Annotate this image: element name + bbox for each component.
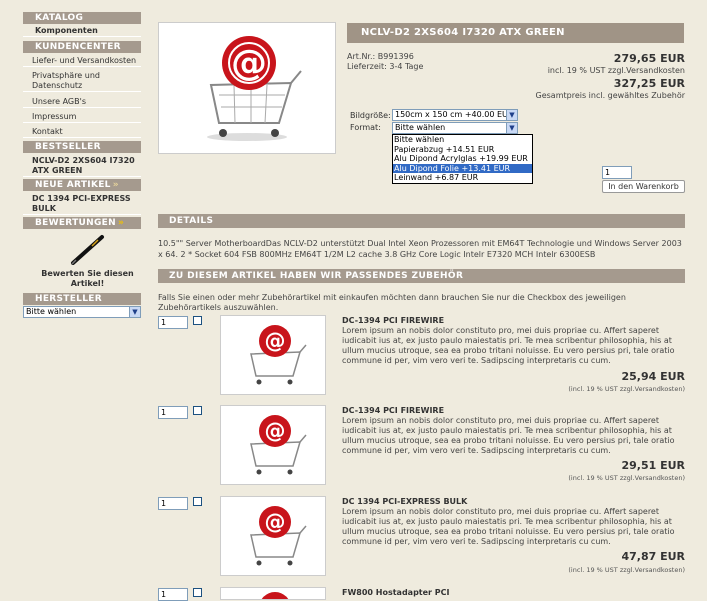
sidebar-item-datenschutz[interactable]: Privatsphäre und Datenschutz	[23, 71, 141, 92]
quantity-input[interactable]: 1	[602, 166, 632, 179]
accessory-quantity-input[interactable]: 1	[158, 406, 188, 419]
delivery-time: Lieferzeit: 3-4 Tage	[347, 62, 424, 71]
sidebar-header-bestseller: BESTSELLER	[23, 141, 141, 153]
zubehoer-intro: Falls Sie einen oder mehr Zubehörartikel…	[158, 293, 626, 312]
chevron-down-icon: ▼	[506, 110, 517, 120]
total-note: Gesamtpreis incl. gewähltes Zubehör	[535, 91, 685, 100]
format-select[interactable]: Bitte wählen ▼	[392, 122, 518, 134]
sidebar-header-hersteller: HERSTELLER	[23, 293, 141, 305]
bildgroesse-label: Bildgröße:	[350, 111, 391, 120]
accessory-title[interactable]: DC-1394 PCI FIREWIRE	[342, 316, 444, 325]
svg-text:@: @	[265, 329, 286, 353]
sidebar-item-bestseller[interactable]: NCLV-D2 2XS604 I7320 ATX GREEN	[23, 156, 141, 177]
accessory-price: 25,94 EUR	[621, 370, 685, 383]
bildgroesse-select[interactable]: 150cm x 150 cm +40.00 EUR ▼	[392, 109, 518, 121]
sidebar-item-neue-artikel[interactable]: DC 1394 PCI-EXPRESS BULK	[23, 194, 141, 215]
accessory-price: 47,87 EUR	[621, 550, 685, 563]
article-number: Art.Nr.: B991396	[347, 52, 414, 61]
accessory-description: Lorem ipsum an nobis dolor constituto pr…	[342, 326, 675, 365]
format-dropdown-list[interactable]: Bitte wählen Papierabzug +14.51 EUR Alu …	[392, 134, 533, 184]
pen-icon	[71, 235, 104, 265]
accessory-checkbox[interactable]	[193, 316, 202, 325]
accessory-tax-note: (incl. 19 % UST zzgl.Versandkosten)	[568, 566, 685, 574]
shopping-cart-image: @	[250, 415, 307, 475]
product-title: NCLV-D2 2XS604 I7320 ATX GREEN	[347, 23, 684, 43]
details-header: DETAILS	[158, 214, 685, 228]
accessory-image[interactable]: @	[220, 405, 326, 485]
accessory-quantity-input[interactable]: 1	[158, 588, 188, 601]
price-note: incl. 19 % UST zzgl.Versandkosten	[547, 66, 685, 75]
accessory-image[interactable]	[220, 587, 326, 600]
hersteller-select[interactable]: Bitte wählen ▼	[23, 306, 141, 318]
format-option[interactable]: Alu Dipond Acrylglas +19.99 EUR	[393, 154, 532, 164]
accessory-description: Lorem ipsum an nobis dolor constituto pr…	[342, 416, 675, 455]
format-option[interactable]: Leinwand +6.87 EUR	[393, 173, 532, 183]
accessory-checkbox[interactable]	[193, 588, 202, 597]
accessory-title[interactable]: FW800 Hostadapter PCI	[342, 588, 450, 597]
accessory-description: Lorem ipsum an nobis dolor constituto pr…	[342, 507, 675, 546]
shopping-cart-image: @	[250, 506, 307, 566]
accessory-image[interactable]: @	[220, 496, 326, 576]
format-option-selected[interactable]: Alu Dipond Folie +13.41 EUR	[393, 163, 532, 173]
shopping-cart-image: @	[250, 325, 307, 385]
sidebar-item-kontakt[interactable]: Kontakt	[23, 127, 141, 138]
format-option[interactable]: Bitte wählen	[393, 135, 532, 145]
sidebar-item-versandkosten[interactable]: Liefer- und Versandkosten	[23, 56, 141, 67]
sidebar-header-kundencenter: KUNDENCENTER	[23, 41, 141, 53]
chevron-right-icon: »	[117, 218, 125, 228]
format-option[interactable]: Papierabzug +14.51 EUR	[393, 145, 532, 155]
zubehoer-header: ZU DIESEM ARTIKEL HABEN WIR PASSENDES ZU…	[158, 269, 685, 283]
shopping-cart-image: @	[207, 36, 302, 141]
format-label: Format:	[350, 123, 381, 132]
accessory-tax-note: (incl. 19 % UST zzgl.Versandkosten)	[568, 385, 685, 393]
accessory-title[interactable]: DC 1394 PCI-EXPRESS BULK	[342, 497, 467, 506]
accessory-quantity-input[interactable]: 1	[158, 316, 188, 329]
product-image[interactable]: @	[158, 22, 336, 154]
add-to-cart-button[interactable]: In den Warenkorb	[602, 180, 685, 193]
svg-text:@: @	[231, 43, 267, 84]
accessory-checkbox[interactable]	[193, 406, 202, 415]
details-text: 10.5"" Server MotherboardDas NCLV-D2 unt…	[158, 239, 682, 259]
svg-text:@: @	[265, 419, 286, 443]
sidebar-item-komponenten[interactable]: Komponenten	[23, 26, 141, 37]
sidebar-header-neue-artikel: NEUE ARTIKEL»	[23, 179, 141, 191]
accessory-quantity-input[interactable]: 1	[158, 497, 188, 510]
product-price: 279,65 EUR	[613, 52, 685, 65]
accessory-price: 29,51 EUR	[621, 459, 685, 472]
accessory-checkbox[interactable]	[193, 497, 202, 506]
svg-text:@: @	[265, 510, 286, 534]
total-price: 327,25 EUR	[613, 77, 685, 90]
chevron-down-icon: ▼	[506, 123, 517, 133]
shopping-cart-image	[261, 592, 289, 599]
chevron-right-icon: »	[112, 180, 119, 190]
bewertungen-link[interactable]: Bewerten Sie diesen Artikel!	[40, 269, 135, 289]
sidebar-header-katalog: KATALOG	[23, 12, 141, 24]
sidebar-item-impressum[interactable]: Impressum	[23, 112, 141, 123]
sidebar-header-bewertungen: BEWERTUNGEN»	[23, 217, 141, 229]
chevron-down-icon: ▼	[129, 307, 140, 317]
accessory-title[interactable]: DC-1394 PCI FIREWIRE	[342, 406, 444, 415]
sidebar-item-agb[interactable]: Unsere AGB's	[23, 97, 141, 108]
accessory-tax-note: (incl. 19 % UST zzgl.Versandkosten)	[568, 474, 685, 482]
accessory-image[interactable]: @	[220, 315, 326, 395]
